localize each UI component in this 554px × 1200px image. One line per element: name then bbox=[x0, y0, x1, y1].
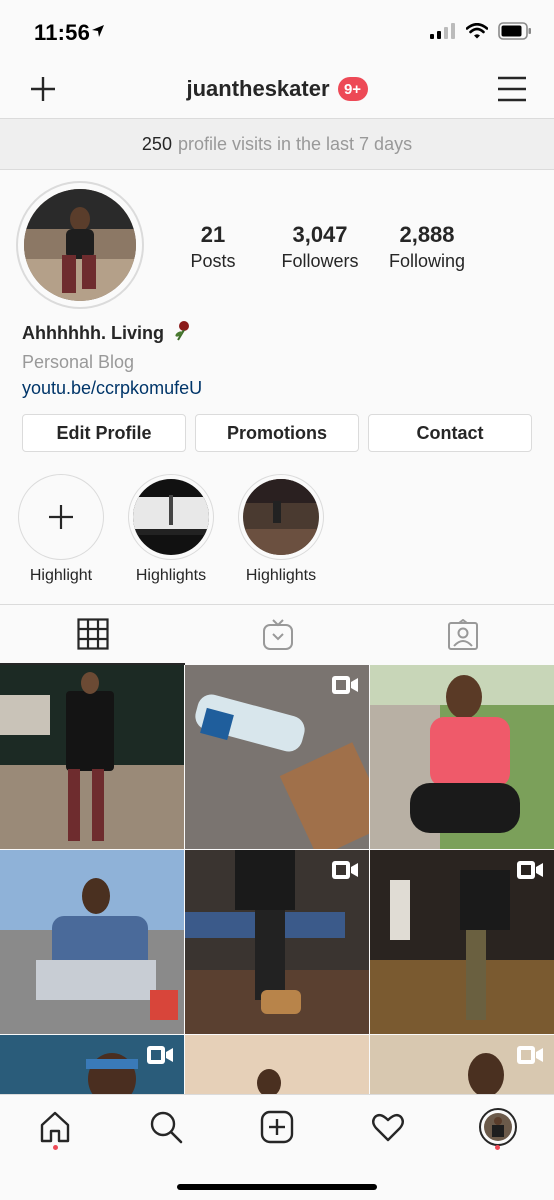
home-tab[interactable] bbox=[35, 1107, 75, 1147]
battery-icon bbox=[498, 22, 532, 45]
profile-visits-banner[interactable]: 250 profile visits in the last 7 days bbox=[0, 118, 554, 170]
post-thumbnail[interactable] bbox=[0, 850, 184, 1034]
stat-label: Following bbox=[388, 251, 466, 271]
profile-username[interactable]: juantheskater bbox=[186, 76, 329, 102]
video-icon bbox=[331, 860, 359, 885]
menu-icon[interactable] bbox=[498, 76, 526, 102]
stat-following[interactable]: 2,888 Following bbox=[376, 222, 478, 272]
igtv-icon bbox=[262, 619, 293, 650]
wifi-icon bbox=[465, 22, 489, 44]
post-thumbnail[interactable] bbox=[185, 665, 369, 849]
profile-tabs bbox=[0, 604, 554, 665]
highlight-cover bbox=[133, 479, 209, 555]
location-arrow-icon bbox=[91, 24, 105, 43]
home-icon bbox=[40, 1111, 70, 1143]
status-bar: 11:56 bbox=[0, 0, 554, 62]
post-thumbnail[interactable] bbox=[0, 665, 184, 849]
home-notification-dot bbox=[53, 1145, 58, 1150]
home-indicator[interactable] bbox=[177, 1184, 377, 1190]
stat-posts[interactable]: 21 Posts bbox=[170, 222, 256, 272]
highlight-item[interactable]: Highlights bbox=[116, 474, 226, 585]
highlight-circle bbox=[128, 474, 214, 560]
highlight-label: Highlights bbox=[135, 567, 207, 584]
profile-notification-dot bbox=[495, 1145, 500, 1150]
stat-value: 2,888 bbox=[399, 222, 455, 247]
post-thumbnail[interactable] bbox=[185, 850, 369, 1034]
contact-button[interactable]: Contact bbox=[368, 414, 532, 452]
profile-avatar[interactable] bbox=[16, 181, 144, 309]
bio-name: Ahhhhhh. Living bbox=[22, 323, 164, 343]
visits-count: 250 bbox=[141, 133, 172, 154]
profile-actions: Edit Profile Promotions Contact bbox=[22, 414, 532, 452]
post-thumbnail[interactable] bbox=[370, 665, 554, 849]
new-post-tab[interactable] bbox=[257, 1107, 297, 1147]
cellular-signal-icon bbox=[430, 23, 456, 44]
video-icon bbox=[331, 675, 359, 700]
new-highlight-circle bbox=[18, 474, 104, 560]
post-thumbnail[interactable] bbox=[370, 1035, 554, 1095]
search-icon bbox=[150, 1111, 183, 1144]
profile-bio: Ahhhhhh. Living Personal Blog youtu.be/c… bbox=[22, 320, 522, 399]
video-icon bbox=[516, 860, 544, 885]
promotions-button[interactable]: Promotions bbox=[195, 414, 359, 452]
highlight-cover bbox=[243, 479, 319, 555]
bottom-tab-bar bbox=[0, 1094, 554, 1200]
notification-badge: 9+ bbox=[337, 77, 368, 101]
highlight-label: Highlights bbox=[245, 567, 317, 584]
stat-value: 3,047 bbox=[292, 222, 348, 247]
tab-tagged[interactable] bbox=[370, 605, 554, 665]
search-tab[interactable] bbox=[146, 1107, 186, 1147]
stat-value: 21 bbox=[200, 222, 226, 247]
grid-icon bbox=[76, 618, 109, 650]
story-highlights: Highlight Highlights Highlights bbox=[0, 474, 554, 590]
edit-profile-button[interactable]: Edit Profile bbox=[22, 414, 186, 452]
tab-igtv[interactable] bbox=[185, 605, 370, 665]
stat-label: Posts bbox=[190, 251, 236, 271]
heart-icon bbox=[372, 1113, 404, 1142]
posts-grid bbox=[0, 665, 554, 1095]
video-icon bbox=[516, 1045, 544, 1070]
post-thumbnail[interactable] bbox=[185, 1035, 369, 1095]
post-thumbnail[interactable] bbox=[370, 850, 554, 1034]
highlight-label: Highlight bbox=[29, 567, 93, 584]
tab-grid[interactable] bbox=[0, 605, 185, 665]
status-time: 11:56 bbox=[34, 20, 91, 45]
video-icon bbox=[146, 1045, 174, 1070]
profile-avatar-icon bbox=[479, 1108, 517, 1146]
bio-category: Personal Blog bbox=[22, 352, 135, 372]
top-nav-bar: juantheskater 9+ bbox=[0, 62, 554, 118]
rose-icon bbox=[170, 320, 192, 347]
add-highlight-icon bbox=[49, 505, 73, 529]
tagged-icon bbox=[447, 619, 478, 650]
visits-text: profile visits in the last 7 days bbox=[177, 133, 413, 154]
profile-tab[interactable] bbox=[478, 1107, 518, 1147]
bio-link[interactable]: youtu.be/ccrpkomufeU bbox=[22, 378, 522, 399]
new-post-icon bbox=[260, 1110, 294, 1144]
highlight-circle bbox=[238, 474, 324, 560]
avatar-photo bbox=[24, 189, 136, 301]
highlight-item[interactable]: Highlights bbox=[226, 474, 336, 585]
stat-followers[interactable]: 3,047 Followers bbox=[268, 222, 372, 272]
post-thumbnail[interactable] bbox=[0, 1035, 184, 1095]
bio-name-row: Ahhhhhh. Living bbox=[22, 320, 522, 347]
activity-tab[interactable] bbox=[368, 1107, 408, 1147]
stat-label: Followers bbox=[281, 251, 359, 271]
highlight-new[interactable]: Highlight bbox=[6, 474, 116, 585]
